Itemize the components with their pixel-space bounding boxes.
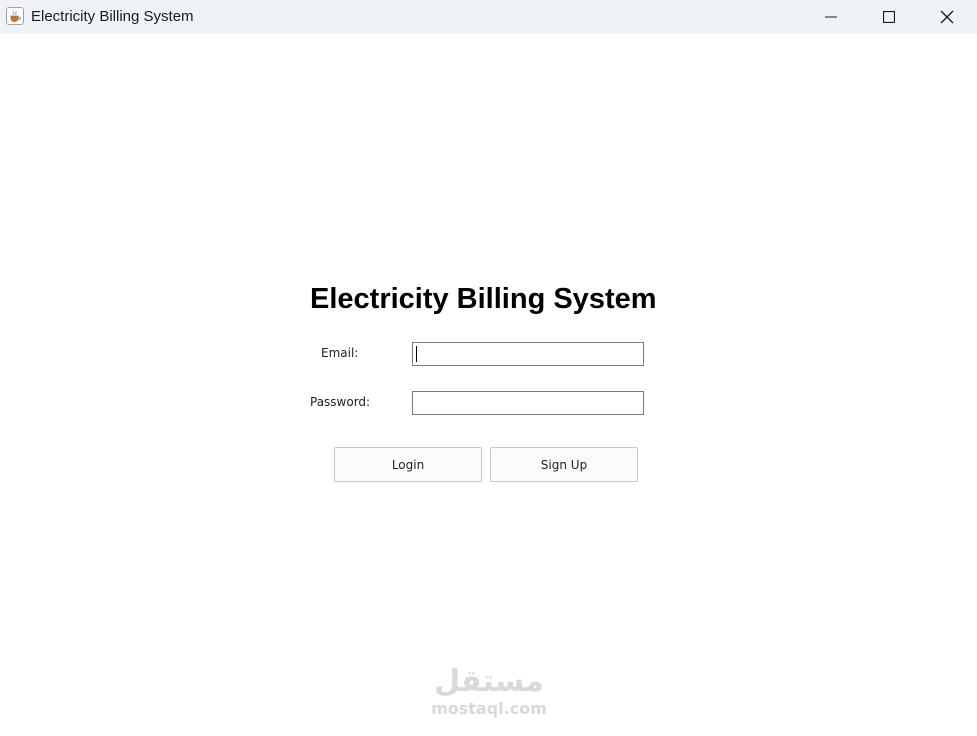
login-button[interactable]: Login	[334, 447, 482, 482]
signup-button[interactable]: Sign Up	[490, 447, 638, 482]
minimize-icon	[825, 16, 837, 18]
login-panel: Electricity Billing System Email: Passwo…	[0, 34, 977, 736]
watermark: مستقل mostaql.com	[428, 664, 550, 718]
minimize-button[interactable]	[802, 0, 860, 34]
watermark-url: mostaql.com	[431, 699, 547, 718]
title-bar: Electricity Billing System	[0, 0, 977, 34]
page-title: Electricity Billing System	[310, 283, 657, 315]
window-title: Electricity Billing System	[31, 8, 194, 25]
email-field[interactable]	[412, 342, 644, 366]
maximize-icon	[883, 11, 895, 23]
text-cursor	[416, 346, 417, 362]
password-label: Password:	[310, 395, 371, 409]
watermark-logo: مستقل	[434, 664, 544, 699]
password-field[interactable]	[412, 391, 644, 415]
java-coffee-cup-icon	[6, 7, 24, 25]
email-label: Email:	[321, 346, 359, 360]
close-icon	[940, 10, 954, 24]
maximize-button[interactable]	[860, 0, 918, 34]
close-button[interactable]	[918, 0, 976, 34]
